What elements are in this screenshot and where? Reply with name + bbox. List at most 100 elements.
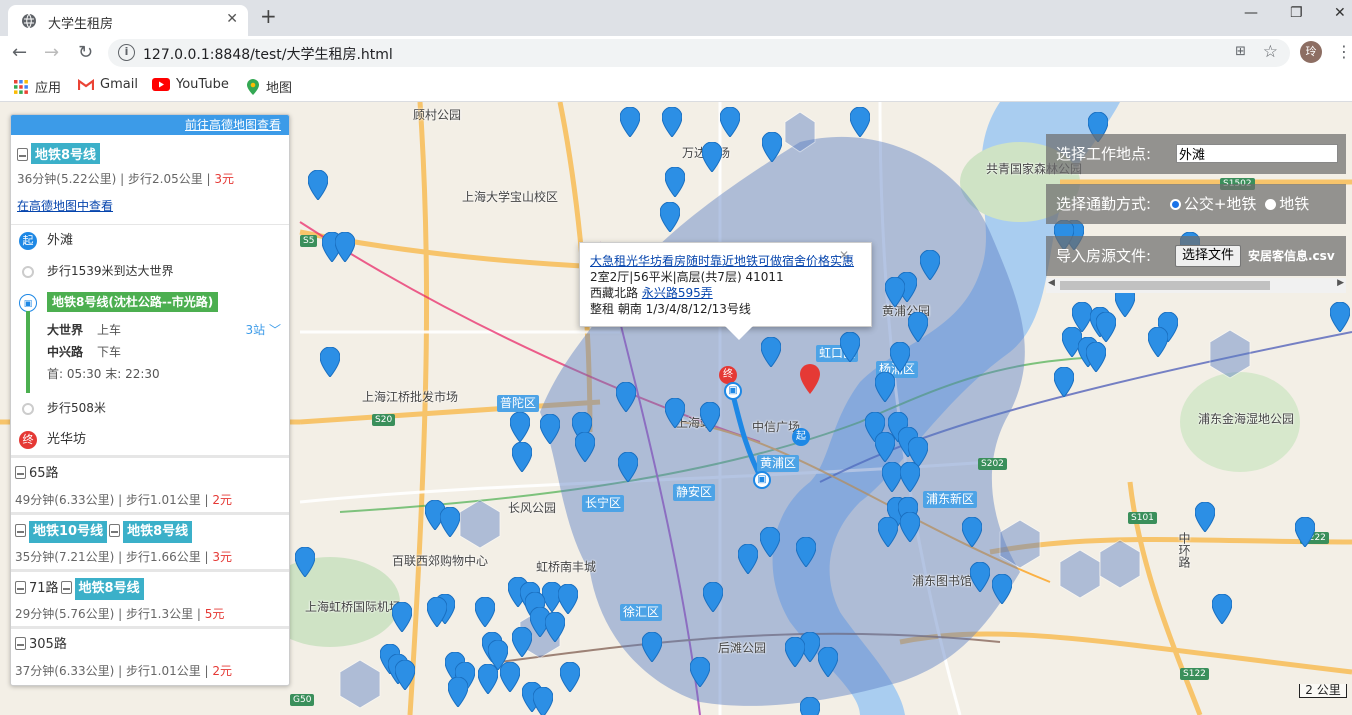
forward-button[interactable]: → [44, 42, 59, 63]
house-marker-pin[interactable] [392, 602, 412, 632]
house-marker-pin[interactable] [560, 662, 580, 692]
house-marker-pin[interactable] [665, 167, 685, 197]
house-marker-pin[interactable] [1195, 502, 1215, 532]
tab-close-icon[interactable]: ✕ [226, 11, 238, 27]
info-close-icon[interactable]: ✕ [839, 247, 849, 263]
house-marker-pin[interactable] [510, 412, 530, 442]
house-marker-pin[interactable] [882, 462, 902, 492]
stops-toggle[interactable]: 3站 ﹀ [246, 319, 281, 341]
house-marker-pin[interactable] [660, 202, 680, 232]
house-marker-pin[interactable] [575, 432, 595, 462]
site-info-icon[interactable]: i [118, 44, 135, 61]
house-marker-pin[interactable] [475, 597, 495, 627]
house-marker-pin[interactable] [1054, 367, 1074, 397]
house-marker-pin[interactable] [920, 250, 940, 280]
house-marker-pin[interactable] [800, 697, 820, 715]
house-marker-pin[interactable] [620, 107, 640, 137]
house-marker-pin[interactable] [395, 660, 415, 690]
house-marker-pin[interactable] [512, 442, 532, 472]
house-marker-pin[interactable] [875, 432, 895, 462]
house-marker-pin[interactable] [720, 107, 740, 137]
window-close-button[interactable]: ✕ [1334, 5, 1346, 21]
house-marker-pin[interactable] [1096, 312, 1116, 342]
alternative-route-item[interactable]: 71路 地铁8号线 29分钟(5.76公里) | 步行1.3公里 | 5元 [11, 569, 289, 626]
back-button[interactable]: ← [12, 42, 27, 63]
house-marker-pin[interactable] [1330, 302, 1350, 332]
house-marker-pin[interactable] [875, 372, 895, 402]
address-bar[interactable]: i 127.0.0.1:8848/test/大学生租房.html ⊞ ☆ [108, 39, 1290, 67]
house-marker-pin[interactable] [702, 142, 722, 172]
view-in-amap-link[interactable]: 在高德地图中查看 [17, 199, 113, 213]
house-marker-pin[interactable] [850, 107, 870, 137]
scroll-right-icon[interactable]: ▶ [1337, 278, 1344, 288]
route-start-marker[interactable]: 起 [792, 428, 810, 446]
reload-button[interactable]: ↻ [78, 42, 93, 63]
scroll-thumb[interactable] [1060, 281, 1270, 290]
house-marker-pin[interactable] [618, 452, 638, 482]
house-marker-pin[interactable] [1148, 327, 1168, 357]
radio-bus-subway[interactable]: 公交+地铁 [1169, 195, 1256, 213]
house-marker-pin[interactable] [448, 677, 468, 707]
house-marker-pin[interactable] [558, 584, 578, 614]
house-marker-pin[interactable] [642, 632, 662, 662]
house-marker-pin[interactable] [796, 537, 816, 567]
house-address-link[interactable]: 永兴路595弄 [642, 286, 713, 300]
house-marker-pin[interactable] [840, 332, 860, 362]
house-marker-pin[interactable] [335, 232, 355, 262]
house-marker-pin[interactable] [900, 512, 920, 542]
control-horizontal-scrollbar[interactable]: ◀ ▶ [1046, 278, 1346, 293]
house-title-link[interactable]: 大急租光华坊看房随时靠近地铁可做宿舍价格实惠 [590, 254, 854, 268]
house-marker-pin[interactable] [762, 132, 782, 162]
house-marker-pin[interactable] [308, 170, 328, 200]
restore-button[interactable]: ❐ [1290, 5, 1303, 21]
house-marker-pin[interactable] [962, 517, 982, 547]
house-marker-pin[interactable] [533, 687, 553, 715]
house-marker-pin[interactable] [703, 582, 723, 612]
house-marker-pin[interactable] [512, 627, 532, 657]
house-marker-pin[interactable] [908, 312, 928, 342]
bookmark-star-icon[interactable]: ☆ [1263, 42, 1278, 62]
house-marker-pin[interactable] [738, 544, 758, 574]
house-marker-pin[interactable] [478, 664, 498, 694]
house-marker-pin[interactable] [900, 462, 920, 492]
scroll-left-icon[interactable]: ◀ [1048, 278, 1055, 288]
house-marker-pin[interactable] [878, 517, 898, 547]
bookmark-apps[interactable]: 应用 [13, 77, 61, 96]
alternative-route-item[interactable]: 地铁10号线 地铁8号线 35分钟(7.21公里) | 步行1.66公里 | 3元 [11, 512, 289, 569]
house-marker-pin[interactable] [540, 414, 560, 444]
alternative-route-item[interactable]: 65路 49分钟(6.33公里) | 步行1.01公里 | 2元 [11, 455, 289, 512]
house-marker-pin[interactable] [890, 342, 910, 372]
work-location-input[interactable] [1176, 144, 1338, 163]
house-marker-pin[interactable] [785, 637, 805, 667]
house-marker-pin[interactable] [320, 347, 340, 377]
house-marker-pin[interactable] [818, 647, 838, 677]
subway-station-marker[interactable]: ▣ [753, 471, 771, 489]
minimize-button[interactable]: — [1244, 5, 1258, 21]
translate-icon[interactable]: ⊞ [1235, 44, 1246, 59]
bookmark-gmail[interactable]: Gmail [78, 77, 138, 92]
map-canvas[interactable]: 上海大学宝山校区 共青国家森林公园 上海江桥批发市场 上海站 中信广场 长风公园… [0, 102, 1352, 715]
house-marker-pin[interactable] [295, 547, 315, 577]
choose-file-button[interactable]: 选择文件 [1175, 245, 1242, 267]
house-marker-pin[interactable] [1212, 594, 1232, 624]
new-tab-button[interactable]: + [260, 4, 277, 28]
house-marker-pin[interactable] [992, 574, 1012, 604]
bookmark-youtube[interactable]: YouTube [152, 77, 229, 92]
open-amap-link[interactable]: 前往高德地图查看 [11, 115, 289, 135]
subway-station-marker[interactable]: ▣ [724, 382, 742, 400]
alternative-route-item[interactable]: 305路 37分钟(6.33公里) | 步行1.01公里 | 2元 [11, 626, 289, 683]
house-marker-pin[interactable] [970, 562, 990, 592]
profile-avatar[interactable]: 玲 [1300, 41, 1322, 63]
house-marker-pin[interactable] [1295, 517, 1315, 547]
house-marker-pin[interactable] [760, 527, 780, 557]
house-marker-pin[interactable] [440, 507, 460, 537]
house-marker-pin[interactable] [665, 398, 685, 428]
house-marker-pin[interactable] [427, 597, 447, 627]
house-marker-pin[interactable] [700, 402, 720, 432]
house-marker-pin[interactable] [690, 657, 710, 687]
house-marker-pin[interactable] [761, 337, 781, 367]
house-marker-pin[interactable] [545, 612, 565, 642]
house-marker-pin[interactable] [500, 662, 520, 692]
browser-tab[interactable]: 大学生租房 ✕ [8, 5, 248, 36]
bookmark-maps[interactable]: 地图 [246, 77, 292, 96]
